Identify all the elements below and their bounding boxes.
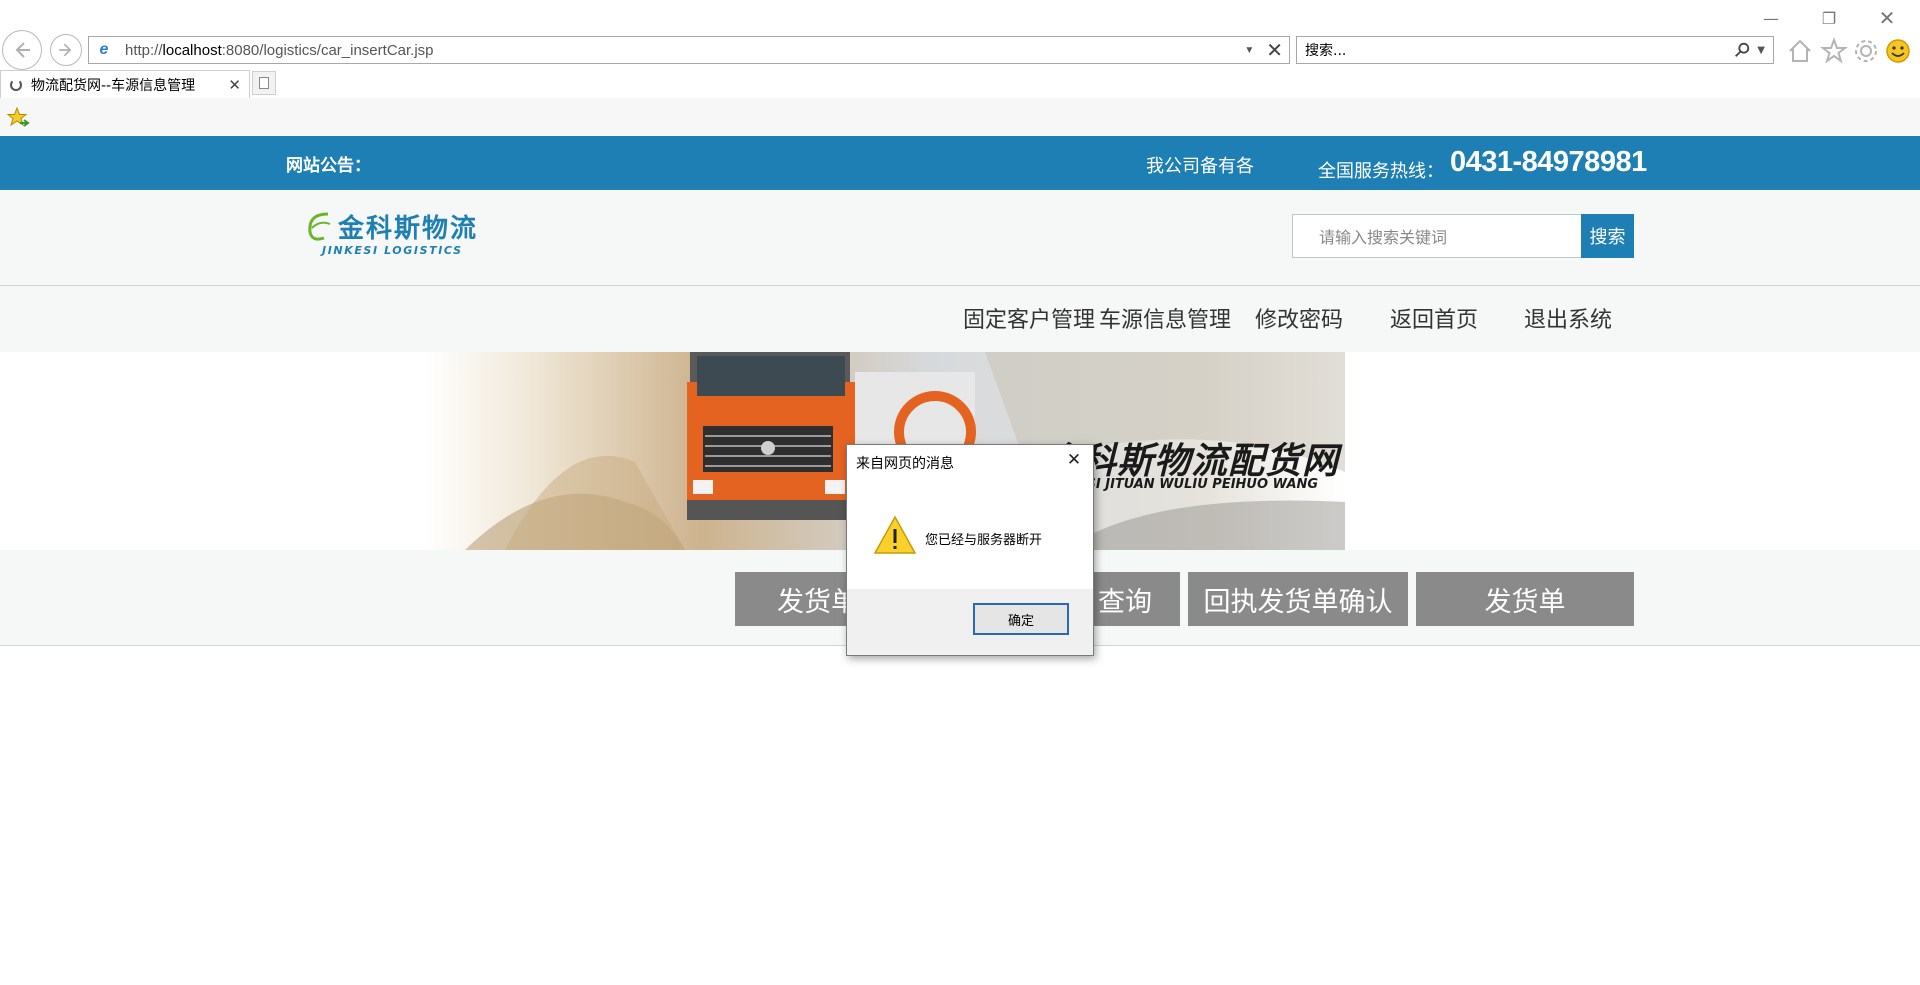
back-button[interactable] [2,30,42,70]
warning-icon [873,515,917,554]
alert-dialog: 来自网页的消息 ✕ 您已经与服务器断开 确定 [846,444,1094,656]
dialog-title: 来自网页的消息 [856,456,954,472]
close-icon: ✕ [1878,6,1896,30]
smiley-feedback-icon[interactable] [1884,37,1912,65]
main-menu [0,286,1920,352]
add-favorites-icon[interactable] [6,106,30,130]
menu-item-logout[interactable]: 退出系统 [1524,302,1612,334]
receipt-confirm-button[interactable]: 回执发货单确认 [1188,572,1408,626]
forward-icon [59,43,72,57]
site-search-input[interactable]: 请输入搜索关键词 [1292,214,1582,258]
new-tab-icon [259,77,269,89]
shipping-order-button-2[interactable]: 发货单 [1416,572,1634,626]
menu-item-home[interactable]: 返回首页 [1390,302,1478,334]
loading-spinner-icon [10,78,22,91]
site-logo[interactable]: 金科斯物流 JINKESI LOGISTICS [304,208,484,264]
dialog-close-button[interactable]: ✕ [1063,449,1085,471]
ie-logo-icon: e [99,41,109,58]
logo-en-text: JINKESI LOGISTICS [322,244,463,257]
logo-cn-text: 金科斯物流 [338,214,479,244]
minimize-icon: — [1763,8,1779,28]
menu-item-vehicle-info[interactable]: 车源信息管理 [1099,302,1231,334]
new-tab-button[interactable] [252,71,276,95]
restore-icon: ❐ [1821,8,1837,28]
browser-search-box[interactable]: 搜索... ▼ [1296,36,1774,64]
notice-label: 网站公告： [286,156,371,176]
restore-button[interactable]: ❐ [1806,4,1852,32]
leaf-logo-icon [308,212,331,241]
menu-item-fixed-customers[interactable]: 固定客户管理 [963,302,1095,334]
url-text: http://localhost:8080/logistics/car_inse… [125,41,434,59]
close-icon: ✕ [1066,450,1082,470]
home-icon[interactable] [1786,37,1814,65]
ok-button[interactable]: 确定 [973,603,1069,635]
favorites-bar [0,98,1920,136]
tab-title: 物流配货网--车源信息管理 [31,77,196,94]
dropdown-icon[interactable]: ▼ [1244,45,1254,56]
stop-icon[interactable]: ✕ [1266,38,1283,63]
tab-close-icon[interactable]: ✕ [228,76,241,94]
dialog-footer: 确定 [847,589,1093,655]
menu-item-change-password[interactable]: 修改密码 [1255,302,1343,334]
back-icon [15,42,30,58]
hotline-number: 0431-84978981 [1450,146,1647,178]
window-close-button[interactable]: ✕ [1864,4,1910,32]
minimize-button[interactable]: — [1748,4,1794,32]
browser-tab-active[interactable]: 物流配货网--车源信息管理 ✕ [0,70,250,98]
address-bar[interactable]: e http://localhost:8080/logistics/car_in… [88,36,1290,64]
dialog-message: 您已经与服务器断开 [925,533,1043,548]
hotline-label: 全国服务热线： [1318,161,1444,182]
browser-search-input[interactable]: 搜索... [1297,40,1733,60]
site-search-button[interactable]: 搜索 [1581,214,1634,258]
site-search-placeholder: 请输入搜索关键词 [1319,228,1448,247]
forward-button[interactable] [50,34,82,66]
favorites-star-icon[interactable] [1820,37,1848,65]
notice-text: 我公司备有各 [1146,156,1254,177]
search-dropdown-icon[interactable]: ▼ [1757,45,1765,56]
search-icon[interactable] [1733,41,1751,59]
settings-gear-icon[interactable] [1852,37,1880,65]
